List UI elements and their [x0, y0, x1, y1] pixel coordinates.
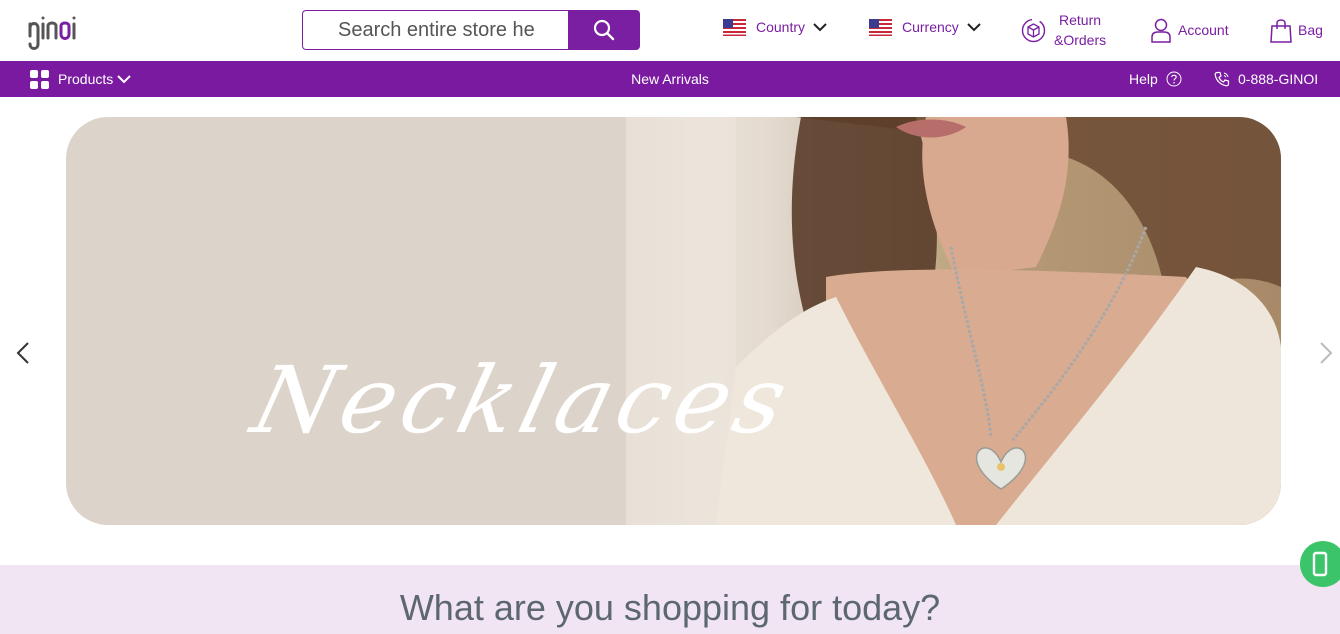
return-box-icon	[1021, 18, 1046, 42]
returns-line1: Return	[1059, 12, 1102, 28]
site-header: Country Currency Return &Orders Acco	[0, 0, 1340, 61]
new-arrivals-link[interactable]: New Arrivals	[631, 71, 709, 87]
help-label: Help	[1129, 71, 1158, 87]
phone-icon	[1214, 71, 1230, 87]
returns-line2: &Orders	[1054, 32, 1107, 48]
us-flag-icon	[869, 18, 892, 36]
returns-orders-label: Return &Orders	[1054, 10, 1110, 50]
shop-categories-section: What are you shopping for today?	[0, 565, 1340, 634]
help-link[interactable]: Help	[1129, 61, 1182, 97]
floating-action-button[interactable]	[1300, 541, 1340, 587]
search-input[interactable]	[302, 10, 568, 50]
country-selector[interactable]: Country	[723, 17, 827, 37]
chevron-down-icon	[117, 74, 131, 83]
returns-orders-link[interactable]: Return &Orders	[1021, 10, 1110, 50]
grid-icon	[30, 69, 49, 89]
account-link[interactable]: Account	[1150, 17, 1229, 43]
chevron-down-icon	[813, 22, 827, 31]
currency-selector[interactable]: Currency	[869, 17, 981, 37]
chevron-left-icon[interactable]	[12, 340, 36, 366]
floating-action-icon	[1312, 551, 1328, 577]
chevron-right-icon[interactable]	[1313, 340, 1337, 366]
country-label: Country	[756, 19, 806, 35]
section-title: What are you shopping for today?	[399, 587, 941, 628]
bag-link[interactable]: Bag	[1269, 17, 1323, 43]
hero-script-title: Necklaces	[242, 347, 804, 454]
account-label: Account	[1178, 22, 1229, 38]
hero-banner[interactable]: Necklaces	[66, 117, 1281, 525]
phone-label: 0-888-GINOI	[1238, 71, 1319, 87]
main-nav: Products New Arrivals Help 0-888-GINOI	[0, 61, 1340, 97]
search-icon	[593, 19, 615, 41]
help-circle-icon	[1166, 71, 1182, 87]
us-flag-icon	[723, 18, 746, 36]
chevron-down-icon	[967, 22, 981, 31]
phone-link[interactable]: 0-888-GINOI	[1214, 61, 1318, 97]
bag-label: Bag	[1298, 22, 1323, 38]
logo[interactable]	[26, 8, 82, 52]
search-bar	[302, 10, 640, 50]
currency-label: Currency	[902, 19, 959, 35]
user-icon	[1151, 18, 1171, 43]
bag-icon	[1270, 18, 1292, 43]
search-button[interactable]	[568, 10, 640, 50]
hero-illustration	[626, 117, 1281, 525]
ginoi-logo-icon	[28, 16, 76, 50]
products-menu[interactable]: Products	[30, 61, 131, 97]
products-label: Products	[58, 71, 114, 87]
